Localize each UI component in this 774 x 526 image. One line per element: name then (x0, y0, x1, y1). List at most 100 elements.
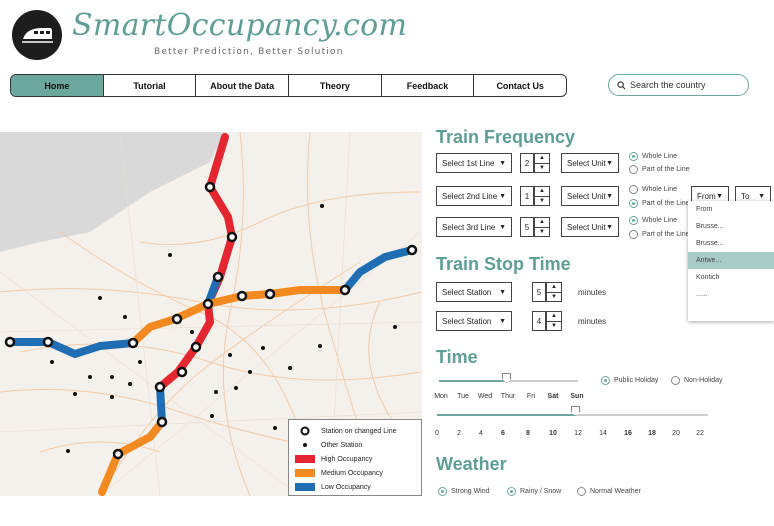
station-2-label: Select Station (442, 316, 492, 326)
radio-1-whole[interactable]: Whole Line (629, 152, 677, 161)
unit-2-select[interactable]: Select Unit ▼ (561, 186, 619, 206)
search-box[interactable] (608, 74, 749, 96)
chevron-down-icon: ▼ (606, 192, 613, 200)
radio-1-part[interactable]: Part of the Line (629, 165, 689, 174)
non-holiday-radio[interactable]: Non-Holiday (671, 376, 723, 385)
up-arrow-icon[interactable]: ▲ (547, 312, 561, 322)
from-option[interactable]: Brusse... (688, 235, 774, 252)
hour-label: 0 (435, 430, 439, 437)
hour-label: 10 (549, 430, 557, 437)
up-arrow-icon[interactable]: ▲ (535, 154, 549, 164)
station-2-select[interactable]: Select Station ▼ (436, 311, 512, 331)
line-3-label: Select 3rd Line (442, 222, 496, 232)
up-arrow-icon[interactable]: ▲ (547, 283, 561, 293)
hour-slider-fill (437, 414, 576, 416)
frequency-2-value[interactable]: 1 (520, 186, 534, 206)
chevron-down-icon: ▼ (606, 159, 613, 167)
hour-label: 2 (457, 430, 461, 437)
legend-high: High Occupancy (321, 455, 373, 463)
legend-medium: Medium Occupancy (321, 469, 383, 477)
search-input[interactable] (630, 80, 740, 90)
hour-label: 20 (672, 430, 680, 437)
nav-tutorial[interactable]: Tutorial (104, 75, 197, 96)
day-label: Sun (570, 393, 584, 400)
day-label: Fri (526, 393, 536, 400)
normal-weather-radio[interactable]: Normal Weather (577, 487, 641, 496)
public-holiday-radio[interactable]: Public Holiday (601, 376, 658, 385)
station-1-label: Select Station (442, 287, 492, 297)
high-swatch (295, 455, 315, 463)
strong-wind-radio[interactable]: Strong Wind (438, 487, 490, 496)
stop-time-1-stepper[interactable]: ▲ ▼ (546, 282, 562, 302)
nav-theory[interactable]: Theory (289, 75, 382, 96)
train-stop-time-title: Train Stop Time (436, 254, 571, 274)
hour-label: 6 (501, 430, 505, 437)
to-label: To (741, 191, 750, 201)
stop-time-1-value[interactable]: 5 (532, 282, 546, 302)
hour-label: 16 (624, 430, 632, 437)
medium-swatch (295, 469, 315, 477)
stop-time-2-stepper[interactable]: ▲ ▼ (546, 311, 562, 331)
main-nav: Home Tutorial About the Data Theory Feed… (10, 74, 567, 97)
from-option[interactable]: From (688, 201, 774, 218)
legend-low: Low Occupancy (321, 483, 371, 491)
frequency-3-stepper[interactable]: ▲ ▼ (534, 217, 550, 237)
search-icon (617, 80, 626, 89)
station-1-select[interactable]: Select Station ▼ (436, 282, 512, 302)
unit-1-select[interactable]: Select Unit ▼ (561, 153, 619, 173)
hour-label: 12 (574, 430, 582, 437)
time-title: Time (436, 347, 478, 367)
from-dropdown-menu[interactable]: From Brusse... Brusse... Antwe... Kontic… (688, 201, 774, 321)
up-arrow-icon[interactable]: ▲ (535, 218, 549, 228)
down-arrow-icon[interactable]: ▼ (547, 322, 561, 331)
day-slider-fill (439, 380, 507, 382)
from-option[interactable]: ...... (688, 286, 774, 303)
frequency-2-stepper[interactable]: ▲ ▼ (534, 186, 550, 206)
nav-feedback[interactable]: Feedback (382, 75, 475, 96)
line-3-select[interactable]: Select 3rd Line ▼ (436, 217, 512, 237)
changed-station-marker (300, 426, 310, 436)
radio-2-part[interactable]: Part of the Line (629, 199, 689, 208)
other-station-marker (303, 443, 307, 447)
from-option-highlighted[interactable]: Antwe... (688, 252, 774, 269)
weather-title: Weather (436, 454, 507, 474)
nav-home[interactable]: Home (11, 75, 104, 96)
tagline: Better Prediction, Better Solution (154, 47, 344, 57)
frequency-1-value[interactable]: 2 (520, 153, 534, 173)
nav-about-data[interactable]: About the Data (196, 75, 290, 96)
radio-3-part[interactable]: Part of the Line (629, 230, 689, 239)
legend-changed: Station on changed Line (321, 427, 397, 435)
hour-label: 18 (648, 430, 656, 437)
logo (12, 10, 62, 60)
line-2-label: Select 2nd Line (442, 191, 498, 201)
radio-2-whole[interactable]: Whole Line (629, 185, 677, 194)
up-arrow-icon[interactable]: ▲ (535, 187, 549, 197)
chevron-down-icon: ▼ (499, 223, 506, 231)
chevron-down-icon: ▼ (716, 192, 723, 200)
down-arrow-icon[interactable]: ▼ (535, 228, 549, 237)
down-arrow-icon[interactable]: ▼ (535, 164, 549, 173)
stop-time-1-unit: minutes (578, 288, 607, 297)
frequency-1-stepper[interactable]: ▲ ▼ (534, 153, 550, 173)
stop-time-2-value[interactable]: 4 (532, 311, 546, 331)
nav-contact[interactable]: Contact Us (474, 75, 566, 96)
down-arrow-icon[interactable]: ▼ (547, 293, 561, 302)
day-label: Mon (434, 393, 448, 400)
rainy-snow-radio[interactable]: Rainy / Snow (507, 487, 561, 496)
frequency-3-value[interactable]: 5 (520, 217, 534, 237)
chevron-down-icon: ▼ (606, 223, 613, 231)
down-arrow-icon[interactable]: ▼ (535, 197, 549, 206)
unit-3-select[interactable]: Select Unit ▼ (561, 217, 619, 237)
train-frequency-title: Train Frequency (436, 127, 576, 147)
hour-label: 4 (479, 430, 483, 437)
hour-label: 22 (696, 430, 704, 437)
radio-3-whole[interactable]: Whole Line (629, 216, 677, 225)
line-1-select[interactable]: Select 1st Line ▼ (436, 153, 512, 173)
unit-2-label: Select Unit (567, 191, 606, 201)
chevron-down-icon: ▼ (499, 192, 506, 200)
hour-label: 8 (526, 430, 530, 437)
from-option[interactable]: Kontich (688, 269, 774, 286)
from-option[interactable]: Brusse... (688, 218, 774, 235)
line-2-select[interactable]: Select 2nd Line ▼ (436, 186, 512, 206)
low-swatch (295, 483, 315, 491)
